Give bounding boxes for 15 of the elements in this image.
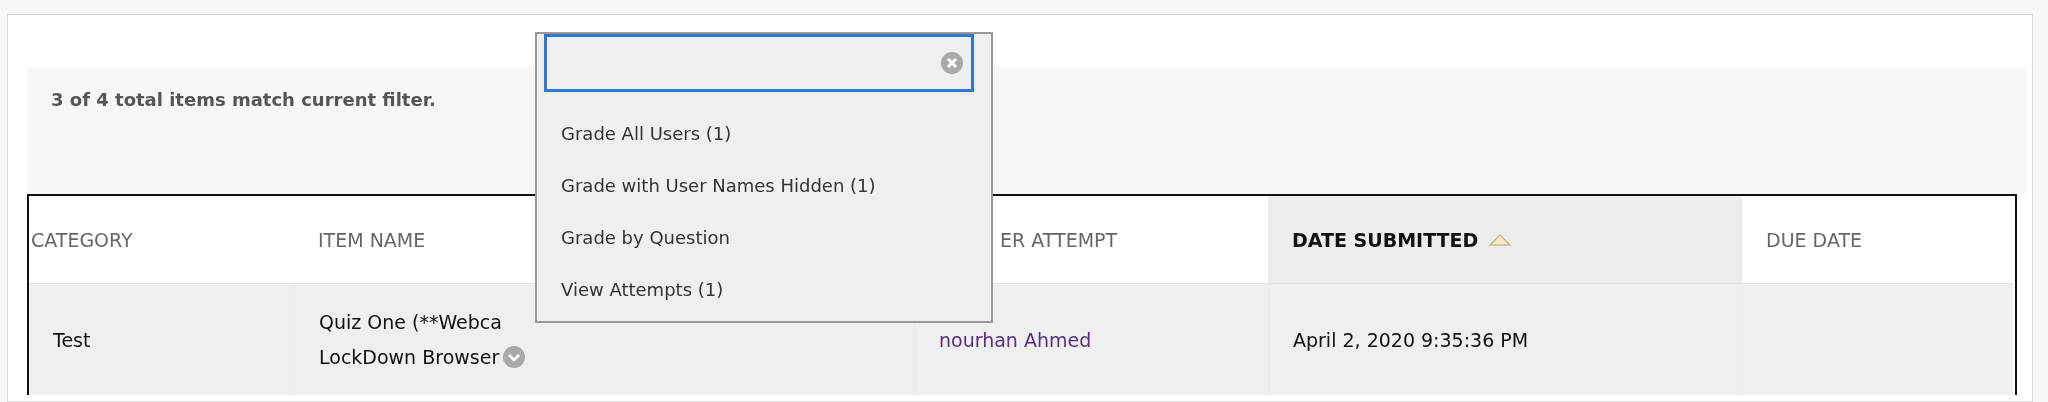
- clear-icon[interactable]: [941, 52, 963, 74]
- options-caret-icon[interactable]: [503, 346, 526, 368]
- column-header[interactable]: DATE SUBMITTED: [1268, 196, 1742, 283]
- menu-item[interactable]: View Attempts (1): [561, 264, 724, 316]
- menu-item[interactable]: Grade by Question: [561, 212, 730, 264]
- user-link[interactable]: nourhan Ahmed: [939, 328, 1092, 351]
- item-name: Quiz One (**Webca: [319, 309, 502, 335]
- table-cell: April 2, 2020 9:35:36 PM: [1268, 283, 1742, 395]
- menu-item[interactable]: Grade All Users (1): [561, 108, 732, 160]
- search-field[interactable]: [544, 34, 974, 92]
- filter-message: 3 of 4 total items match current filter.: [51, 89, 436, 110]
- menu-item[interactable]: Grade with User Names Hidden (1): [561, 160, 876, 212]
- item-name: LockDown Browser: [319, 339, 526, 375]
- sort-ascending-icon: [1488, 232, 1513, 247]
- table-cell: Test: [29, 283, 294, 395]
